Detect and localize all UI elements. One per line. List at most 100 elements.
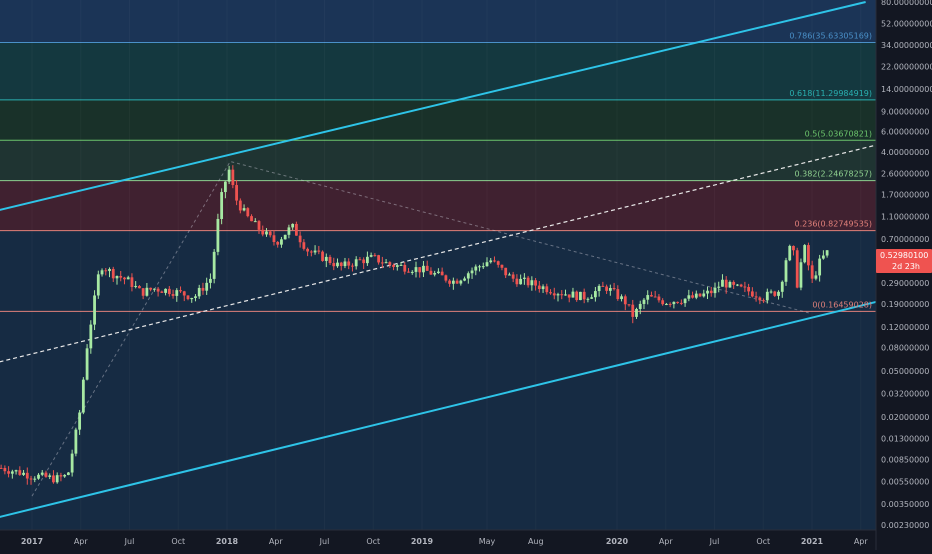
candle-body xyxy=(567,294,571,298)
candle-body xyxy=(769,291,773,293)
candle-body xyxy=(294,223,298,236)
candle-body xyxy=(171,294,175,296)
candle-body xyxy=(526,277,530,286)
candle-body xyxy=(691,295,694,298)
candle-body xyxy=(537,285,541,290)
candle-body xyxy=(717,286,721,288)
candle-body xyxy=(175,290,179,296)
candle-body xyxy=(754,296,758,298)
candle-body xyxy=(197,287,201,297)
price-tick-label: 0.12000000 xyxy=(881,323,929,332)
candle-body xyxy=(18,470,22,475)
candle-body xyxy=(679,302,683,304)
candle-body xyxy=(52,475,55,483)
candle-body xyxy=(575,291,579,301)
candle-body xyxy=(339,262,343,267)
candle-body xyxy=(646,295,650,300)
candle-body xyxy=(485,262,489,267)
candle-body xyxy=(579,291,582,301)
candle-body xyxy=(489,260,493,263)
candle-body xyxy=(377,255,381,263)
candle-body xyxy=(623,296,627,305)
price-chart[interactable]: 0.786(35.63305169) 0.618(11.29984919) 0.5(… xyxy=(0,0,932,550)
candle-body xyxy=(792,245,795,251)
fib-retracement[interactable] xyxy=(0,0,876,530)
candle-body xyxy=(354,259,358,267)
candle-body xyxy=(616,289,620,300)
candle-body xyxy=(552,293,556,296)
candle-body xyxy=(257,221,261,230)
candle-body xyxy=(414,267,418,272)
candle-body xyxy=(373,255,377,257)
price-tick-label: 0.00230000 xyxy=(881,521,929,530)
fib-label-0.618: 0.618(11.29984919) xyxy=(789,89,872,98)
candle-body xyxy=(123,277,126,280)
candle-body xyxy=(324,256,328,261)
price-tick-label: 0.00350000 xyxy=(881,500,929,509)
price-tick-label: 0.19000000 xyxy=(881,300,929,309)
candle-body xyxy=(657,296,661,301)
candle-body xyxy=(145,287,149,296)
candle-body xyxy=(156,288,160,292)
candle-body xyxy=(750,291,754,297)
fib-band-0.5 xyxy=(0,99,876,141)
fib-label-0.382: 0.382(2.24678257) xyxy=(795,170,873,179)
time-tick-label: Apr xyxy=(854,537,869,546)
candle-body xyxy=(620,296,623,300)
price-axis[interactable] xyxy=(876,0,932,550)
candle-body xyxy=(653,296,657,298)
candle-body xyxy=(164,288,167,293)
candle-body xyxy=(227,169,231,182)
candle-body xyxy=(81,379,85,413)
candle-body xyxy=(665,303,668,305)
candle-body xyxy=(3,468,7,472)
fib-band-0.786 xyxy=(0,0,876,43)
candle-body xyxy=(433,273,437,275)
candle-body xyxy=(85,348,89,380)
candle-body xyxy=(504,267,508,276)
candle-body xyxy=(388,262,392,265)
price-tick-label: 1.70000000 xyxy=(881,191,929,200)
candle-body xyxy=(380,262,384,264)
candle-body xyxy=(74,429,78,454)
candle-body xyxy=(500,264,504,268)
candle-body xyxy=(709,290,713,294)
candle-body xyxy=(605,286,608,291)
fib-band-below xyxy=(0,311,876,530)
candle-body xyxy=(138,286,141,289)
candle-body xyxy=(522,277,526,279)
candle-body xyxy=(392,264,395,267)
candle-body xyxy=(160,291,164,293)
candle-body xyxy=(571,291,575,298)
candle-body xyxy=(29,478,33,480)
candle-body xyxy=(780,281,784,292)
candle-body xyxy=(515,278,519,285)
candle-body xyxy=(336,262,339,267)
candle-body xyxy=(186,295,190,300)
price-tag-value: 0.52980100 xyxy=(880,251,928,260)
candle-body xyxy=(93,295,96,325)
candle-body xyxy=(582,291,586,300)
candle-body xyxy=(130,277,134,287)
chart-root[interactable]: 0.786(35.63305169) 0.618(11.29984919) 0.5(… xyxy=(0,0,932,550)
price-tick-label: 0.01300000 xyxy=(881,434,929,443)
candle-body xyxy=(33,478,37,480)
candle-body xyxy=(694,293,698,298)
candle-body xyxy=(369,255,373,257)
candle-body xyxy=(508,274,511,276)
candle-body xyxy=(721,279,724,287)
candle-body xyxy=(799,262,803,288)
candle-body xyxy=(70,453,74,473)
time-tick-label: 2020 xyxy=(606,537,629,546)
candle-body xyxy=(272,235,276,242)
candle-body xyxy=(67,472,70,475)
candle-body xyxy=(586,298,590,300)
candle-body xyxy=(317,250,321,252)
candle-body xyxy=(777,291,780,296)
price-tick-label: 6.00000000 xyxy=(881,128,929,137)
candle-body xyxy=(635,308,638,317)
candle-body xyxy=(306,248,309,252)
candle-body xyxy=(141,288,145,296)
candle-body xyxy=(818,258,822,276)
price-tick-label: 0.03200000 xyxy=(881,389,929,398)
